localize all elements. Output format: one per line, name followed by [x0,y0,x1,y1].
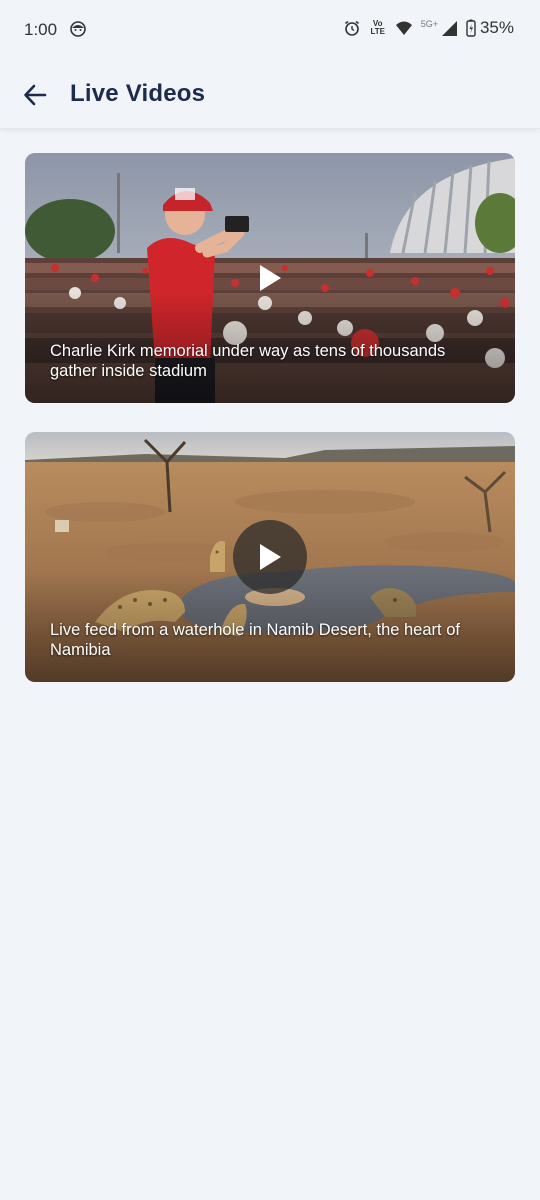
arrow-left-icon [24,84,47,106]
video-caption: Charlie Kirk memorial under way as tens … [50,342,446,380]
status-bar: 1:00 Vo LTE 5G+ 35% [0,0,540,62]
play-icon [260,265,281,291]
video-caption: Live feed from a waterhole in Namib Dese… [50,621,460,659]
video-card[interactable]: Charlie Kirk memorial under way as tens … [25,153,515,403]
battery-icon [466,19,476,37]
signal-icon [441,21,457,36]
status-time: 1:00 [24,20,58,39]
wifi-icon [395,21,412,35]
play-icon [260,544,281,570]
network-type: 5G+ [420,19,438,29]
status-icons: Vo LTE 5G+ 35% [343,18,514,38]
volte-icon: Vo LTE [370,19,385,36]
back-button[interactable] [18,78,52,112]
video-card[interactable]: Live feed from a waterhole in Namib Dese… [25,432,515,682]
play-button[interactable] [233,520,307,594]
face-icon [70,21,86,37]
battery-percent: 35% [479,18,514,37]
page-title: Live Videos [70,80,206,107]
alarm-icon [344,20,359,36]
play-button[interactable] [233,241,307,315]
app-bar: Live Videos [0,62,540,129]
